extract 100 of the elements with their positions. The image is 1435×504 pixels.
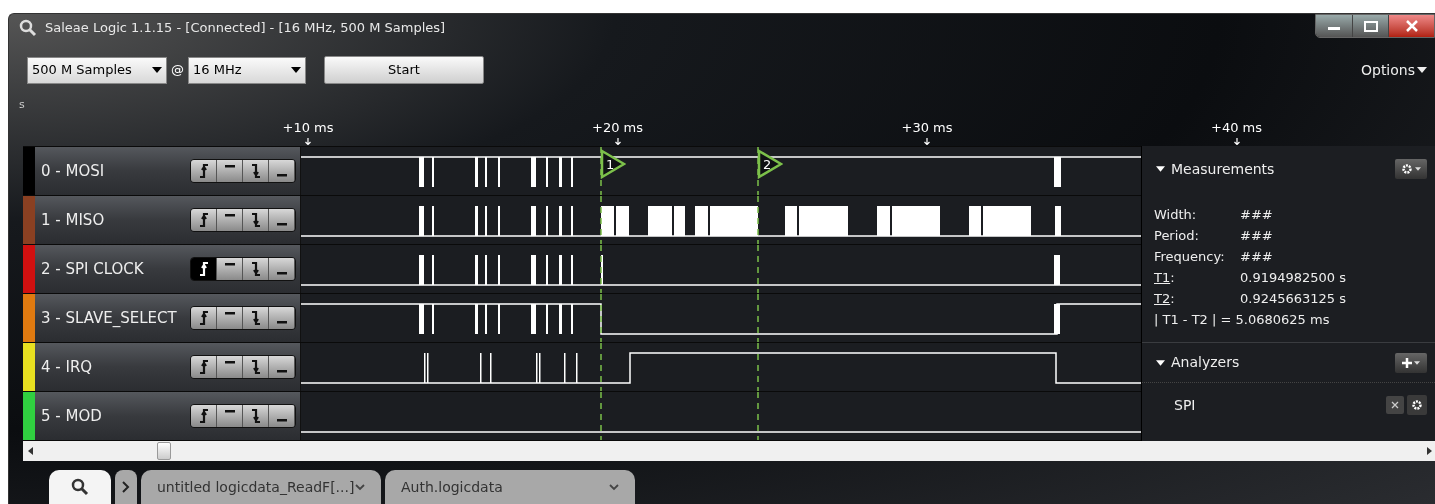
measurement-label: Period:	[1154, 227, 1199, 245]
rising-edge-icon	[198, 409, 209, 423]
settings-menu-button[interactable]	[1395, 159, 1427, 179]
falling-edge-icon	[250, 262, 261, 276]
start-button[interactable]: Start	[324, 56, 484, 84]
dropdown-caret-icon	[1415, 166, 1421, 172]
measurement-label: Width:	[1154, 206, 1197, 224]
trigger-button[interactable]	[243, 307, 269, 329]
high-level-icon	[224, 214, 235, 217]
close-icon	[1405, 20, 1418, 32]
expand-tabs-button[interactable]	[115, 470, 137, 504]
measurement-label[interactable]: T2	[1154, 288, 1171, 309]
time-tick-label: +30 ms	[901, 119, 953, 137]
low-level-icon	[276, 419, 287, 422]
channel-name: 1 - MISO	[41, 209, 106, 231]
time-tick-label: +20 ms	[592, 119, 643, 137]
tick-arrow-icon	[614, 137, 621, 145]
rising-edge-icon	[198, 360, 209, 374]
falling-edge-icon	[250, 409, 261, 423]
trigger-button[interactable]	[217, 258, 243, 280]
dropdown-caret-icon	[152, 67, 162, 73]
search-tab[interactable]	[49, 470, 111, 504]
trigger-button[interactable]	[269, 209, 295, 231]
trigger-button[interactable]	[243, 356, 269, 378]
chevron-down-icon	[609, 483, 619, 491]
measurement-label[interactable]: T1	[1154, 267, 1171, 288]
file-tab[interactable]: Auth.logicdata	[385, 470, 635, 504]
window-title: Saleae Logic 1.1.15 - [Connected] - [16 MHz, 500 M Samples]	[45, 19, 446, 38]
rising-edge-icon	[198, 164, 209, 178]
low-level-icon	[276, 272, 287, 275]
high-level-icon	[224, 263, 235, 266]
marker-flag[interactable]: 2	[757, 149, 783, 179]
scroll-left-icon	[28, 447, 33, 455]
trigger-button[interactable]	[191, 160, 217, 182]
rising-edge-icon	[198, 262, 209, 276]
chevron-down-icon	[355, 483, 365, 491]
rate-dropdown[interactable]: 16 MHz	[188, 56, 306, 84]
low-level-icon	[276, 223, 287, 226]
channel-name: 4 - IRQ	[41, 356, 94, 378]
trigger-button[interactable]	[269, 258, 295, 280]
low-level-icon	[276, 370, 287, 373]
trigger-button[interactable]	[269, 356, 295, 378]
trigger-button[interactable]	[243, 160, 269, 182]
falling-edge-icon	[250, 164, 261, 178]
tick-arrow-icon	[304, 137, 312, 145]
horizontal-scrollbar[interactable]	[23, 441, 1435, 461]
trigger-button[interactable]	[191, 405, 217, 427]
settings-icon	[1401, 163, 1413, 175]
minimize-button[interactable]	[1316, 15, 1352, 37]
measurement-value: 0.9194982500 s	[1240, 269, 1347, 287]
settings-icon	[1411, 399, 1423, 411]
rising-edge-icon	[198, 213, 209, 227]
dropdown-caret-icon	[291, 67, 301, 73]
trigger-button[interactable]	[269, 307, 295, 329]
collapse-caret-icon	[1156, 166, 1165, 172]
trigger-button[interactable]	[191, 209, 217, 231]
trigger-button[interactable]	[243, 405, 269, 427]
remove-analyzer-button[interactable]	[1386, 396, 1404, 414]
low-level-icon	[276, 321, 287, 324]
section-title: Measurements	[1171, 159, 1275, 179]
trigger-button[interactable]	[191, 356, 217, 378]
trigger-button[interactable]	[217, 307, 243, 329]
high-level-icon	[224, 312, 235, 315]
low-level-icon	[276, 174, 287, 177]
add-analyzer-button[interactable]	[1395, 352, 1427, 373]
options-menu[interactable]: Options	[1360, 59, 1427, 81]
falling-edge-icon	[250, 213, 261, 227]
dropdown-caret-icon	[1417, 67, 1427, 73]
time-tick-label: +10 ms	[282, 119, 334, 137]
marker-flag[interactable]: 1	[600, 149, 626, 179]
time-tick-label: +40 ms	[1211, 119, 1262, 137]
trigger-button[interactable]	[191, 307, 217, 329]
trigger-button[interactable]	[269, 405, 295, 427]
trigger-button[interactable]	[191, 258, 217, 280]
trigger-button[interactable]	[217, 209, 243, 231]
trigger-button[interactable]	[217, 160, 243, 182]
channel-name: 2 - SPI CLOCK	[41, 258, 145, 280]
samples-dropdown[interactable]: 500 M Samples	[27, 56, 167, 84]
analyzer-settings-button[interactable]	[1407, 395, 1427, 415]
collapse-caret-icon	[1156, 359, 1165, 366]
channel-name: 5 - MOD	[41, 405, 103, 427]
trigger-button[interactable]	[217, 405, 243, 427]
file-tab[interactable]: untitled logicdata_ReadF[...]	[141, 470, 381, 504]
high-level-icon	[224, 361, 235, 364]
plus-icon	[1402, 357, 1412, 368]
falling-edge-icon	[250, 311, 261, 325]
measurement-value: 0.9245663125 s	[1240, 290, 1347, 308]
dropdown-caret-icon	[1414, 359, 1420, 366]
falling-edge-icon	[250, 360, 261, 374]
scrollbar-thumb[interactable]	[157, 442, 171, 460]
trigger-button[interactable]	[217, 356, 243, 378]
trigger-button[interactable]	[243, 209, 269, 231]
maximize-button[interactable]	[1352, 15, 1388, 37]
measurement-value: ###	[1240, 206, 1273, 224]
search-icon	[71, 478, 89, 496]
measurement-value: ###	[1240, 227, 1273, 245]
tick-arrow-icon	[1233, 137, 1240, 145]
trigger-button[interactable]	[243, 258, 269, 280]
trigger-button[interactable]	[269, 160, 295, 182]
close-button[interactable]	[1388, 15, 1434, 37]
